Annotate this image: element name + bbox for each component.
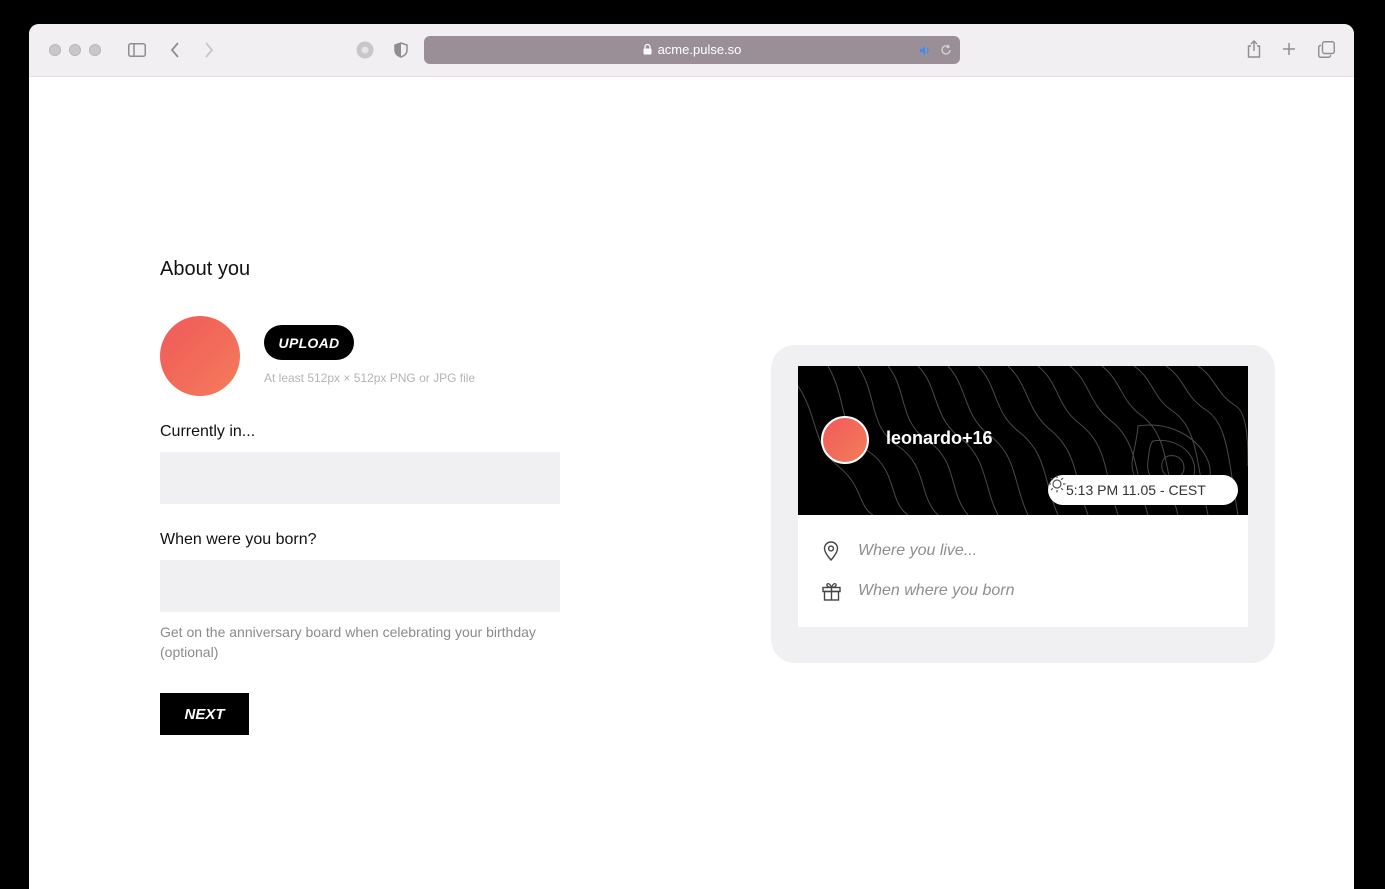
zoom-window-button[interactable] xyxy=(89,44,101,56)
profile-card-header: leonardo+16 5:13 PM 11.05 - CEST xyxy=(798,366,1248,515)
new-tab-icon[interactable] xyxy=(1280,40,1298,58)
next-button[interactable]: NEXT xyxy=(160,693,249,735)
back-icon[interactable] xyxy=(167,40,183,60)
share-icon[interactable] xyxy=(1244,38,1264,60)
profile-card-birthday-row: When where you born xyxy=(821,581,1015,601)
shield-icon[interactable] xyxy=(393,40,409,60)
local-time-text: 5:13 PM 11.05 - CEST xyxy=(1066,482,1206,498)
location-pin-icon xyxy=(821,541,841,561)
sidebar-icon[interactable] xyxy=(127,40,147,60)
birthday-label: When were you born? xyxy=(160,531,317,548)
tabs-overview-icon[interactable] xyxy=(1317,40,1335,58)
profile-card-location-row: Where you live... xyxy=(821,541,977,561)
birthday-input[interactable] xyxy=(160,560,560,612)
extension-icon[interactable] xyxy=(355,40,375,60)
profile-card-location-text: Where you live... xyxy=(858,542,978,559)
profile-card: leonardo+16 5:13 PM 11.05 - CEST Where y… xyxy=(798,366,1248,627)
audio-icon[interactable] xyxy=(918,43,932,57)
profile-card-birthday-text: When where you born xyxy=(858,582,1015,599)
forward-icon[interactable] xyxy=(201,40,217,60)
local-time-badge: 5:13 PM 11.05 - CEST xyxy=(1048,475,1238,505)
lock-icon xyxy=(643,37,652,65)
browser-toolbar: acme.pulse.so xyxy=(29,24,1354,77)
profile-card-avatar xyxy=(821,416,869,464)
page-title: About you xyxy=(160,258,251,280)
location-label: Currently in... xyxy=(160,423,256,440)
location-input[interactable] xyxy=(160,452,560,504)
browser-window: acme.pulse.so About you UPLOAD At least … xyxy=(29,24,1354,889)
avatar-preview xyxy=(160,316,240,396)
profile-card-name: leonardo+16 xyxy=(886,428,993,448)
birthday-helper-text: Get on the anniversary board when celebr… xyxy=(160,624,536,660)
page-content: About you UPLOAD At least 512px × 512px … xyxy=(29,77,1354,889)
address-bar[interactable]: acme.pulse.so xyxy=(424,36,960,64)
close-window-button[interactable] xyxy=(49,44,61,56)
reload-icon[interactable] xyxy=(939,43,953,57)
url-text: acme.pulse.so xyxy=(657,42,742,57)
upload-button[interactable]: UPLOAD xyxy=(264,325,354,360)
minimize-window-button[interactable] xyxy=(69,44,81,56)
upload-hint: At least 512px × 512px PNG or JPG file xyxy=(264,371,476,385)
gift-icon xyxy=(821,581,841,601)
